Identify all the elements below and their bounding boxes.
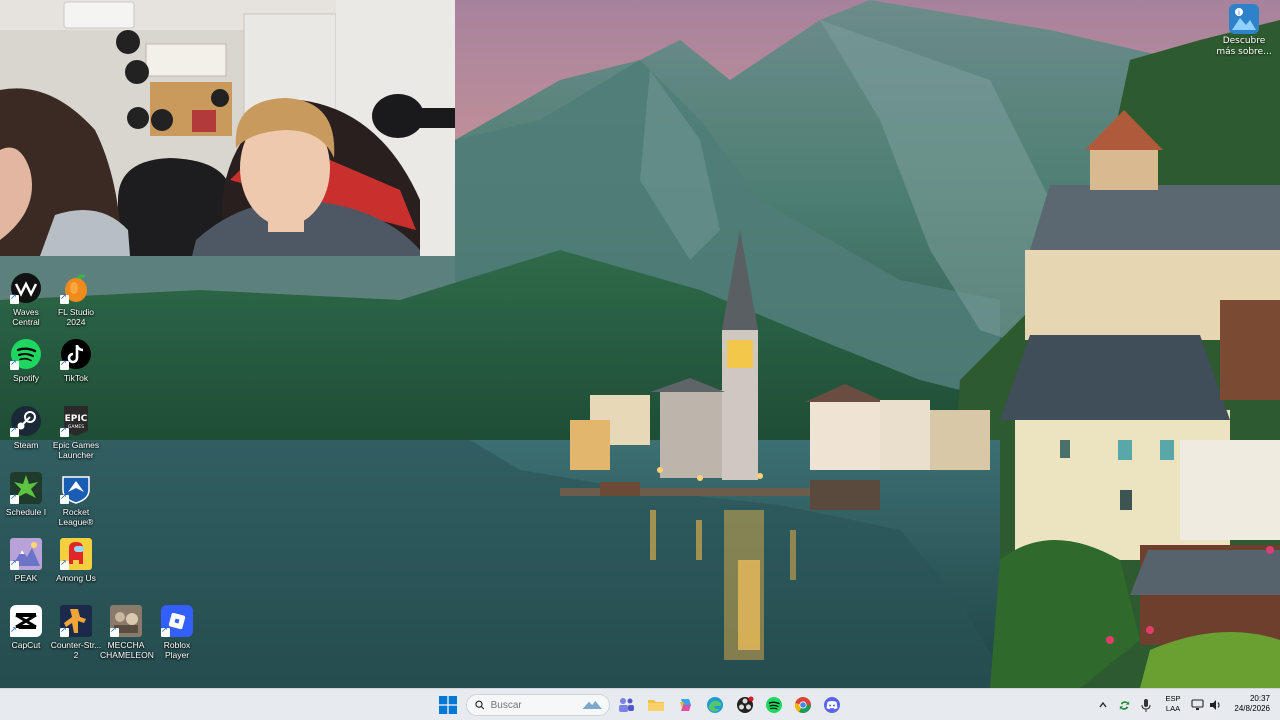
edge-icon bbox=[707, 697, 723, 713]
language-code: ESP bbox=[1165, 694, 1181, 703]
desktop-icon-label: Counter-Str... 2 bbox=[50, 640, 102, 660]
tray-volume-button[interactable] bbox=[1206, 693, 1224, 717]
desktop-icon-meccha-chameleon[interactable]: MECCHA CHAMELEON bbox=[100, 605, 154, 660]
rocket-league-icon bbox=[60, 472, 92, 504]
tray-overflow-button[interactable] bbox=[1093, 693, 1113, 717]
taskbar-file-explorer[interactable] bbox=[644, 693, 668, 717]
desktop-icon-tiktok[interactable]: TikTok bbox=[50, 338, 102, 383]
copilot-icon bbox=[680, 699, 691, 711]
desktop-icon-peak[interactable]: PEAK bbox=[0, 538, 52, 583]
desktop-icon-rocket-league[interactable]: Rocket League® bbox=[50, 472, 102, 527]
desktop-icon-spotify[interactable]: Spotify bbox=[0, 338, 52, 383]
search-highlight-icon bbox=[582, 700, 602, 710]
desktop-icon-label: FL Studio 2024 bbox=[57, 307, 95, 327]
desktop-icon-schedule-i[interactable]: Schedule I bbox=[0, 472, 52, 517]
schedule-i-icon bbox=[10, 472, 42, 504]
chevron-up-icon bbox=[1099, 701, 1107, 708]
waves-central-icon bbox=[10, 272, 42, 304]
desktop-icon-label: PEAK bbox=[14, 573, 38, 583]
desktop-icon-label: TikTok bbox=[63, 373, 89, 383]
spotify-icon bbox=[10, 338, 42, 370]
clock-time: 20:37 bbox=[1249, 694, 1270, 703]
microphone-icon bbox=[1141, 698, 1151, 712]
tray-sync-button[interactable] bbox=[1114, 693, 1134, 717]
fl-studio-icon bbox=[60, 272, 92, 304]
desktop-icon-label: MECCHA CHAMELEON bbox=[100, 640, 154, 660]
taskbar-obs[interactable] bbox=[733, 693, 757, 717]
tray-network-button[interactable] bbox=[1188, 693, 1206, 717]
windows-icon bbox=[439, 696, 457, 714]
desktop-icon-label: Waves Central bbox=[12, 307, 40, 327]
steam-icon bbox=[10, 405, 42, 437]
desktop-icon-roblox-player[interactable]: Roblox Player bbox=[151, 605, 203, 660]
desktop-icon-label: Among Us bbox=[56, 573, 96, 583]
desktop-icon-capcut[interactable]: CapCut bbox=[0, 605, 52, 650]
capcut-icon bbox=[10, 605, 42, 637]
roblox-icon bbox=[161, 605, 193, 637]
svg-text:EPIC: EPIC bbox=[65, 414, 88, 424]
svg-text:GAMES: GAMES bbox=[68, 424, 84, 430]
tray-microphone-button[interactable] bbox=[1136, 693, 1156, 717]
desktop-icon-label: Schedule I bbox=[5, 507, 47, 517]
taskbar-discord[interactable] bbox=[820, 693, 844, 717]
taskbar: ESP LAA 20:37 24/8/2026 bbox=[0, 688, 1280, 720]
folder-icon bbox=[648, 700, 664, 711]
spotlight-label: Descubre más sobre... bbox=[1216, 36, 1272, 57]
desktop-icon-label: Spotify bbox=[13, 373, 39, 383]
webcam-overlay bbox=[0, 0, 455, 256]
counter-strike-icon bbox=[60, 605, 92, 637]
desktop-icon-steam[interactable]: Steam bbox=[0, 405, 52, 450]
spotify-icon bbox=[766, 697, 782, 713]
taskbar-copilot[interactable] bbox=[674, 693, 698, 717]
network-icon bbox=[1190, 699, 1204, 710]
epic-games-icon: EPIC GAMES bbox=[60, 405, 92, 437]
desktop-icon-waves-central[interactable]: Waves Central bbox=[0, 272, 52, 327]
start-button[interactable] bbox=[436, 693, 460, 717]
chrome-icon bbox=[794, 697, 811, 713]
volume-icon bbox=[1209, 700, 1220, 710]
taskbar-chrome[interactable] bbox=[791, 693, 815, 717]
meccha-chameleon-icon bbox=[110, 605, 142, 637]
discord-icon bbox=[824, 697, 840, 713]
language-indicator[interactable]: ESP LAA bbox=[1160, 694, 1186, 714]
teams-icon bbox=[619, 698, 634, 712]
tiktok-icon bbox=[60, 338, 92, 370]
taskbar-clock[interactable]: 20:37 24/8/2026 bbox=[1224, 694, 1274, 714]
desktop-icon-epic-games[interactable]: EPICGAMES Epic Games Launcher bbox=[50, 405, 102, 460]
spotlight-icon: i bbox=[1229, 4, 1259, 34]
search-input[interactable] bbox=[490, 699, 581, 711]
desktop-icon-among-us[interactable]: Among Us bbox=[50, 538, 102, 583]
obs-icon bbox=[737, 696, 754, 713]
taskbar-search[interactable] bbox=[466, 694, 610, 716]
clock-date: 24/8/2026 bbox=[1234, 704, 1270, 713]
desktop-icon-label: Epic Games Launcher bbox=[52, 440, 100, 460]
desktop-icon-label: Roblox Player bbox=[163, 640, 191, 660]
language-layout: LAA bbox=[1165, 704, 1181, 713]
taskbar-spotify[interactable] bbox=[762, 693, 786, 717]
desktop-icon-label: CapCut bbox=[11, 640, 41, 650]
among-us-icon bbox=[60, 538, 92, 570]
search-icon bbox=[475, 700, 485, 710]
taskbar-edge[interactable] bbox=[703, 693, 727, 717]
desktop-icon-label: Steam bbox=[13, 440, 39, 450]
svg-text:i: i bbox=[1238, 9, 1240, 17]
windows-spotlight-widget[interactable]: i Descubre más sobre... bbox=[1216, 4, 1272, 58]
desktop-icon-counter-strike[interactable]: Counter-Str... 2 bbox=[50, 605, 102, 660]
taskbar-teams[interactable] bbox=[614, 693, 638, 717]
desktop-icon-label: Rocket League® bbox=[58, 507, 94, 527]
peak-icon bbox=[10, 538, 42, 570]
sync-icon bbox=[1119, 700, 1129, 710]
desktop-icon-fl-studio[interactable]: FL Studio 2024 bbox=[50, 272, 102, 327]
